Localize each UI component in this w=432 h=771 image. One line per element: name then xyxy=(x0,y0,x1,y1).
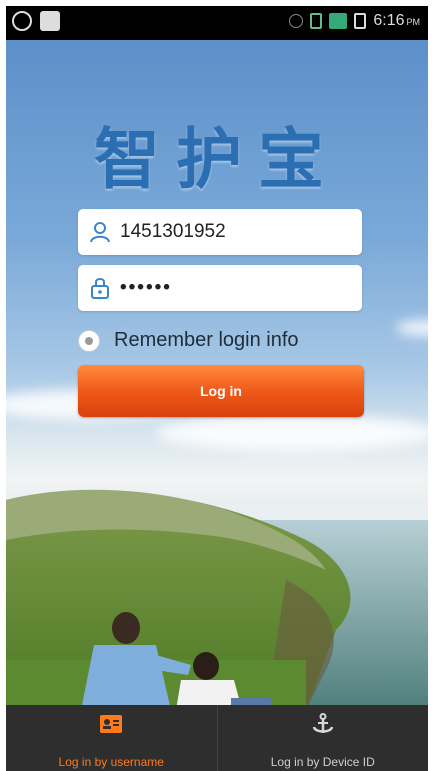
tab-login-by-username[interactable]: Log in by username xyxy=(6,705,217,771)
wifi-notification-icon xyxy=(40,11,60,31)
remember-label: Remember login info xyxy=(114,329,299,351)
username-value: 1451301952 xyxy=(120,221,226,242)
alarm-icon xyxy=(289,14,304,28)
signal-icon xyxy=(329,13,348,29)
cloud xyxy=(396,320,428,336)
login-button[interactable]: Log in xyxy=(78,365,364,417)
lock-icon xyxy=(91,278,109,299)
password-field[interactable]: •••••• xyxy=(78,265,362,311)
login-background: 智护宝 1451301952 •••••• Remember login inf… xyxy=(6,40,428,705)
remember-radio[interactable] xyxy=(78,329,100,352)
vibrate-icon xyxy=(310,13,323,29)
user-icon xyxy=(90,222,110,243)
bottom-tab-bar: Log in by username Log in by Device ID xyxy=(6,705,428,771)
cliff-landscape xyxy=(6,489,428,705)
app-title: 智护宝 xyxy=(94,121,340,198)
battery-icon xyxy=(354,13,367,29)
remember-login-option[interactable]: Remember login info xyxy=(78,329,299,352)
status-right-icons: 6:16 PM xyxy=(289,12,420,30)
tab-login-by-device-id[interactable]: Log in by Device ID xyxy=(216,705,429,771)
status-left-icons xyxy=(12,11,60,31)
anchor-icon xyxy=(312,713,333,733)
status-bar: 6:16 PM xyxy=(6,6,428,40)
tab-label: Log in by Device ID xyxy=(270,755,375,769)
id-card-icon xyxy=(100,715,123,733)
status-time: 6:16 PM xyxy=(373,12,420,29)
password-value: •••••• xyxy=(120,277,172,298)
settings-notification-icon xyxy=(12,11,32,31)
phone-screen: 6:16 PM 智护宝 1451301952 •••••• Remember l… xyxy=(6,6,428,771)
username-field[interactable]: 1451301952 xyxy=(78,209,362,255)
cloud xyxy=(156,415,428,451)
tab-label: Log in by username xyxy=(58,755,164,769)
